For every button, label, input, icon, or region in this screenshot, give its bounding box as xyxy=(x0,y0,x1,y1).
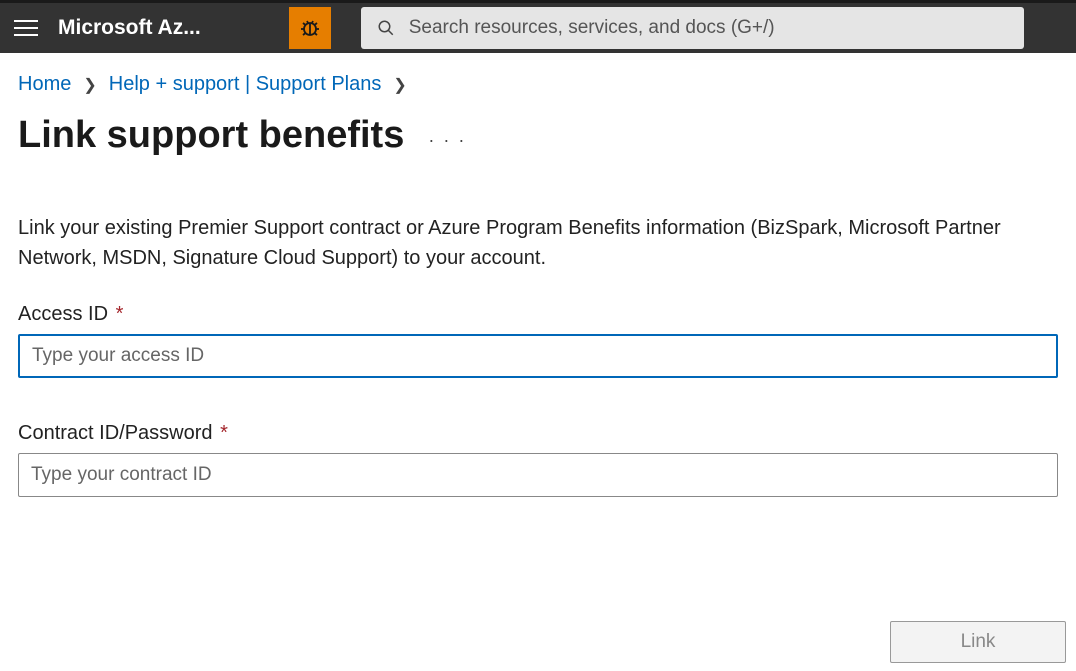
breadcrumb: Home ❯ Help + support | Support Plans ❯ xyxy=(18,73,1058,96)
contract-id-input[interactable] xyxy=(18,453,1058,497)
bug-report-button[interactable] xyxy=(289,7,331,49)
link-button[interactable]: Link xyxy=(890,621,1066,663)
search-box[interactable] xyxy=(361,7,1024,49)
access-id-input[interactable] xyxy=(18,334,1058,378)
access-id-group: Access ID * xyxy=(18,303,1058,378)
top-bar: Microsoft Az... xyxy=(0,0,1076,53)
main-content: Home ❯ Help + support | Support Plans ❯ … xyxy=(0,53,1076,561)
contract-id-label: Contract ID/Password * xyxy=(18,422,1058,445)
required-asterisk: * xyxy=(116,303,124,325)
hamburger-menu-button[interactable] xyxy=(12,14,40,42)
brand-title[interactable]: Microsoft Az... xyxy=(58,16,201,40)
contract-id-label-text: Contract ID/Password xyxy=(18,422,213,444)
breadcrumb-home[interactable]: Home xyxy=(18,73,71,96)
chevron-right-icon: ❯ xyxy=(83,75,96,95)
search-input[interactable] xyxy=(409,17,1008,39)
page-title-row: Link support benefits · · · xyxy=(18,114,1058,157)
page-title: Link support benefits xyxy=(18,114,404,157)
page-description: Link your existing Premier Support contr… xyxy=(18,213,1058,273)
access-id-label: Access ID * xyxy=(18,303,1058,326)
bug-icon xyxy=(298,16,322,40)
button-row: Link xyxy=(890,621,1066,663)
access-id-label-text: Access ID xyxy=(18,303,108,325)
chevron-right-icon: ❯ xyxy=(393,75,406,95)
search-icon xyxy=(377,19,395,37)
breadcrumb-help-support[interactable]: Help + support | Support Plans xyxy=(109,73,382,96)
more-actions-button[interactable]: · · · xyxy=(428,130,466,151)
contract-id-group: Contract ID/Password * xyxy=(18,422,1058,497)
required-asterisk: * xyxy=(220,422,228,444)
